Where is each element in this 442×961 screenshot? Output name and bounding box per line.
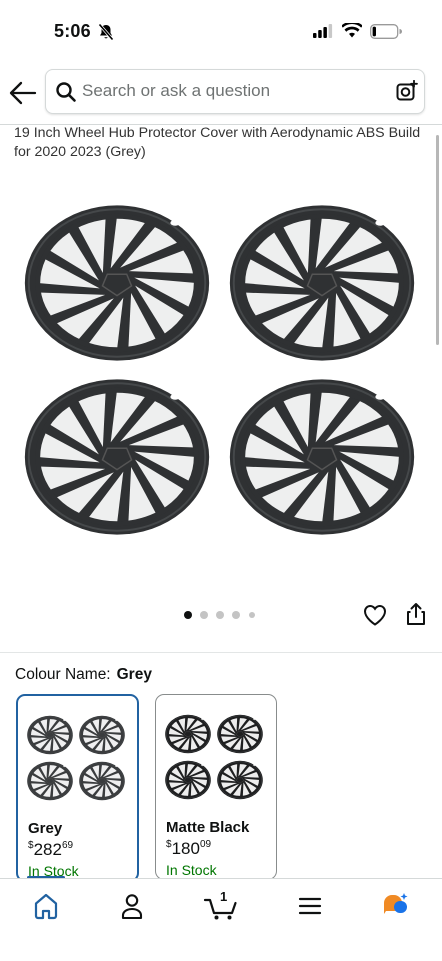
variant-stock-status: In Stock: [166, 862, 217, 878]
search-input[interactable]: [82, 79, 382, 103]
account-icon[interactable]: [116, 891, 148, 921]
colour-name-heading: Colour Name: Grey: [15, 666, 152, 684]
variant-name: Grey: [28, 820, 63, 837]
bottom-tab-bar: 1: [0, 878, 442, 961]
pagination-dot[interactable]: [200, 611, 208, 619]
variant-thumbnail: [26, 714, 126, 804]
wifi-icon: [341, 21, 363, 43]
pagination-dot[interactable]: [184, 611, 192, 619]
product-image-wheel-cover: [20, 374, 214, 540]
product-image-wheel-cover: [20, 200, 214, 366]
product-image-carousel[interactable]: [14, 190, 428, 550]
assistant-icon[interactable]: [380, 891, 412, 921]
variant-price: $18009: [166, 839, 212, 858]
bell-slash-icon: [98, 23, 114, 46]
variant-name: Matte Black: [166, 819, 250, 836]
heart-icon[interactable]: [363, 604, 387, 631]
colour-selected-value: Grey: [116, 666, 152, 683]
battery-icon: [370, 24, 402, 44]
home-icon[interactable]: [30, 891, 62, 921]
share-icon[interactable]: [405, 602, 427, 631]
pagination-dot[interactable]: [216, 611, 224, 619]
pagination-dot[interactable]: [232, 611, 240, 619]
variant-price: $28269: [28, 840, 74, 859]
pagination-dot[interactable]: [249, 612, 255, 618]
cellular-signal-icon: [313, 24, 333, 43]
variant-option-matte-black[interactable]: Matte Black $18009 In Stock: [155, 694, 277, 880]
status-bar: 5:06: [0, 0, 442, 62]
arrow-left-icon[interactable]: [8, 79, 38, 107]
product-title[interactable]: 19 Inch Wheel Hub Protector Cover with A…: [14, 124, 426, 162]
cart-count-badge: 1: [220, 889, 228, 904]
variant-thumbnail: [164, 713, 264, 803]
product-image-wheel-cover: [225, 200, 419, 366]
variant-option-grey[interactable]: Grey $28269 In Stock: [16, 694, 139, 882]
product-image-wheel-cover: [225, 374, 419, 540]
camera-lens-icon[interactable]: [396, 79, 418, 107]
search-icon: [55, 81, 77, 108]
colour-label: Colour Name:: [15, 666, 111, 683]
menu-icon[interactable]: [294, 891, 326, 921]
search-bar[interactable]: [45, 69, 425, 114]
top-header: [0, 62, 442, 125]
status-time: 5:06: [54, 21, 91, 41]
scrollbar[interactable]: [436, 135, 439, 345]
section-divider: [0, 652, 442, 653]
